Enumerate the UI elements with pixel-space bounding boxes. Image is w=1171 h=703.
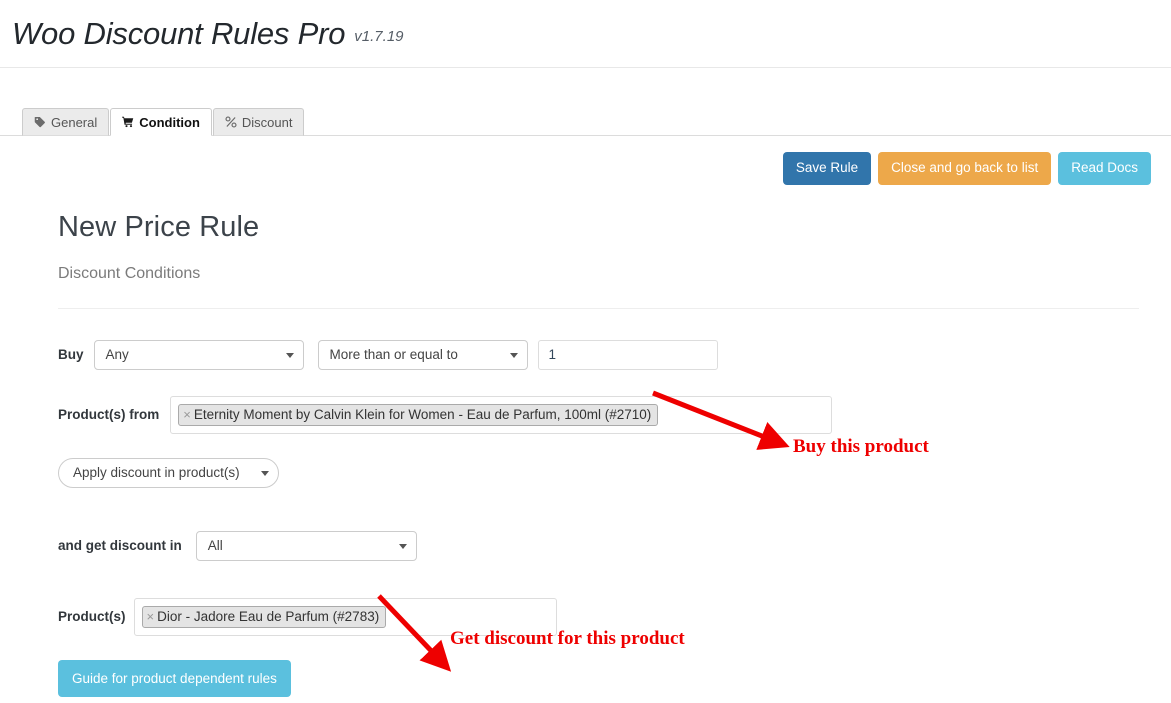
percent-icon — [225, 116, 237, 128]
buy-comparison-select[interactable]: More than or equal to — [317, 339, 528, 370]
cart-icon — [122, 116, 134, 128]
close-and-go-back-button[interactable]: Close and go back to list — [878, 152, 1052, 185]
chevron-down-icon — [398, 543, 407, 549]
guide-row: Guide for product dependent rules — [58, 659, 1151, 697]
app-title: Woo Discount Rules Pro — [12, 15, 346, 51]
chevron-down-icon — [261, 470, 269, 476]
tab-bar: General Condition Discount — [0, 93, 1171, 136]
main-content: New Price Rule Discount Conditions Buy A… — [0, 211, 1171, 697]
product-tag: × Eternity Moment by Calvin Klein for Wo… — [178, 403, 659, 426]
buy-quantity-input[interactable] — [537, 339, 718, 370]
buy-label: Buy — [58, 347, 84, 363]
action-buttons: Save Rule Close and go back to list Read… — [0, 136, 1171, 185]
chevron-down-icon — [509, 352, 518, 358]
guide-button[interactable]: Guide for product dependent rules — [58, 659, 291, 697]
tab-discount-label: Discount — [241, 114, 293, 130]
get-discount-value: All — [207, 538, 223, 554]
products-from-row: Product(s) from × Eternity Moment by Cal… — [58, 395, 1151, 434]
app-version: v1.7.19 — [354, 28, 404, 45]
buy-type-select[interactable]: Any — [93, 339, 304, 370]
products-label: Product(s) — [58, 609, 126, 625]
get-discount-label: and get discount in — [58, 538, 182, 554]
chevron-down-icon — [285, 352, 294, 358]
product-tag: × Dior - Jadore Eau de Parfum (#2783) — [141, 605, 387, 628]
page-title: New Price Rule — [58, 210, 260, 243]
tab-discount[interactable]: Discount — [212, 108, 305, 136]
remove-tag-icon[interactable]: × — [147, 610, 155, 623]
get-discount-select[interactable]: All — [195, 530, 417, 561]
buy-type-value: Any — [105, 347, 129, 363]
page-subtitle: Discount Conditions — [58, 264, 201, 282]
tab-condition-label: Condition — [139, 114, 200, 130]
section-divider — [58, 307, 1139, 309]
apply-discount-row: Apply discount in product(s) — [58, 457, 1151, 488]
save-rule-button[interactable]: Save Rule — [782, 152, 872, 185]
products-from-label: Product(s) from — [58, 407, 160, 423]
products-select[interactable]: × Dior - Jadore Eau de Parfum (#2783) — [133, 597, 557, 636]
product-tag-label: Eternity Moment by Calvin Klein for Wome… — [193, 406, 652, 422]
apply-discount-select[interactable]: Apply discount in product(s) — [58, 457, 279, 488]
tag-icon — [34, 116, 46, 128]
get-discount-row: and get discount in All — [58, 530, 1151, 561]
read-docs-button[interactable]: Read Docs — [1058, 152, 1151, 185]
tab-general[interactable]: General — [22, 108, 110, 136]
products-from-select[interactable]: × Eternity Moment by Calvin Klein for Wo… — [170, 395, 833, 434]
tab-general-label: General — [51, 114, 98, 130]
remove-tag-icon[interactable]: × — [183, 408, 191, 421]
products-row: Product(s) × Dior - Jadore Eau de Parfum… — [58, 597, 1151, 636]
buy-row: Buy Any More than or equal to — [58, 339, 1151, 370]
tab-condition[interactable]: Condition — [110, 108, 212, 136]
page-header: Woo Discount Rules Pro v1.7.19 — [0, 0, 1171, 68]
product-tag-label: Dior - Jadore Eau de Parfum (#2783) — [157, 608, 380, 624]
apply-discount-value: Apply discount in product(s) — [73, 465, 240, 481]
buy-comparison-value: More than or equal to — [329, 347, 458, 363]
